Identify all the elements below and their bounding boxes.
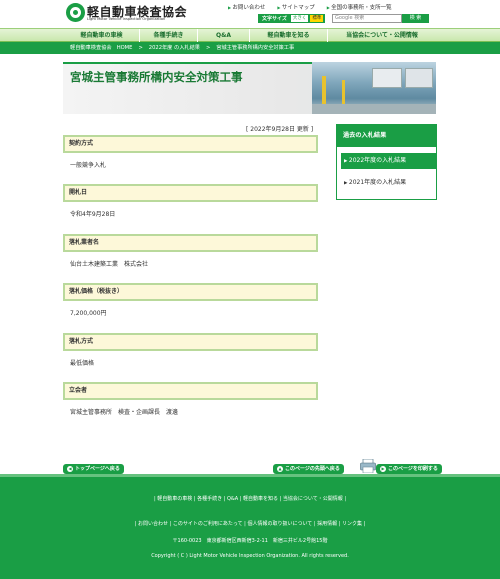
search-input[interactable]: Google 検索 [332,14,402,23]
section-body: 宮城主管事務所 検査・企画課長 渡邊 [70,409,179,416]
contact-link[interactable]: お問い合わせ [228,3,265,11]
updated-date: [ 2022年9月28日 更新 ] [246,126,314,133]
footer-copyright: Copyright ( C ) Light Motor Vehicle Insp… [151,553,349,559]
printer-icon [360,459,376,473]
arrow-right-icon: ▶ [380,465,386,472]
breadcrumb-results[interactable]: 2022年度 の入札結果 [149,42,200,54]
section-heading: 立会者 [63,382,318,400]
nav-about[interactable]: 当協会について・公開情報 [328,29,436,42]
footer: | 軽自動車の車検 | 各種手続き | Q&A | 軽自動車を知る | 当協会に… [0,474,500,579]
breadcrumb-separator: > [138,45,143,51]
past-results-panel: 過去の入札結果 2022年度の入札結果 2021年度の入札結果 [336,124,437,200]
arrow-up-icon: ▲ [277,465,283,472]
logo[interactable]: 軽自動車検査協会 Light Motor Vehicle Inspection … [66,3,187,23]
logo-subtext: Light Motor Vehicle Inspection Organizat… [87,17,166,21]
footer-nav-secondary[interactable]: | お問い合わせ | このサイトのご利用にあたって | 個人情報の取り扱いについ… [0,520,500,527]
nav-qa[interactable]: Q&A [198,29,250,42]
header: 軽自動車検査協会 Light Motor Vehicle Inspection … [0,0,500,28]
font-size-label: 文字サイズ [262,16,287,22]
breadcrumb-home[interactable]: 軽自動車検査協会 HOME [70,42,132,54]
font-size-standard-button[interactable]: 標準 [310,15,324,22]
breadcrumb: 軽自動車検査協会 HOME > 2022年度 の入札結果 > 宮城主管事務所構内… [0,42,500,54]
font-size-large-button[interactable]: 大きく [290,15,309,22]
section-body: 最低価格 [70,360,95,367]
breadcrumb-current: 宮城主管事務所構内安全対策工事 [216,45,295,51]
nav-know[interactable]: 軽自動車を知る [250,29,328,42]
section-heading: 落札方式 [63,333,318,351]
section-body: 令和4年9月28日 [70,211,116,218]
page-top-button[interactable]: ▲ このページの先頭へ戻る [273,464,344,474]
section-heading: 開札日 [63,184,318,202]
footer-nav-primary[interactable]: | 軽自動車の車検 | 各種手続き | Q&A | 軽自動車を知る | 当協会に… [0,495,500,502]
section-body: 一般競争入札 [70,162,107,169]
side-item-2021[interactable]: 2021年度の入札結果 [341,175,436,191]
global-nav: 軽自動車の車検 各種手続き Q&A 軽自動車を知る 当協会について・公開情報 [0,28,500,42]
page-top-label: このページの先頭へ戻る [285,466,340,472]
section-body: 仙台土木建築工業 株式会社 [70,261,149,268]
font-size-control: 文字サイズ 大きく 標準 [258,14,326,23]
utility-links: お問い合わせ サイトマップ 全国の事務所・支所一覧 [228,3,392,11]
section-heading: 落札業者名 [63,234,318,252]
logo-mark-icon [66,3,85,22]
nav-inspection[interactable]: 軽自動車の車検 [64,29,140,42]
breadcrumb-separator: > [205,45,211,51]
arrow-left-icon: ◀ [67,465,73,472]
nav-procedures[interactable]: 各種手続き [140,29,198,42]
footer-address: 〒160-0023 東京都新宿区西新宿3-2-11 新宿三井ビル2号館15階 [172,538,328,544]
section-body: 7,200,000円 [70,310,107,317]
section-heading: 契約方式 [63,135,318,153]
past-results-title: 過去の入札結果 [337,125,436,147]
back-to-top-page-button[interactable]: ◀ トップページへ戻る [63,464,124,474]
page-title: 宮城主管事務所構内安全対策工事 [70,70,243,84]
search-box: Google 検索 検 索 [332,14,429,23]
back-to-top-page-label: トップページへ戻る [75,466,120,472]
search-button[interactable]: 検 索 [402,14,429,23]
offices-link[interactable]: 全国の事務所・支所一覧 [327,3,392,11]
banner-photo [312,62,436,114]
print-page-label: このページを印刷する [388,466,438,472]
page-banner: 宮城主管事務所構内安全対策工事 [63,62,436,114]
sitemap-link[interactable]: サイトマップ [277,3,315,11]
section-heading: 落札価格（税抜き） [63,283,318,301]
print-page-button[interactable]: ▶ このページを印刷する [376,464,442,474]
side-item-2022[interactable]: 2022年度の入札結果 [341,153,436,169]
